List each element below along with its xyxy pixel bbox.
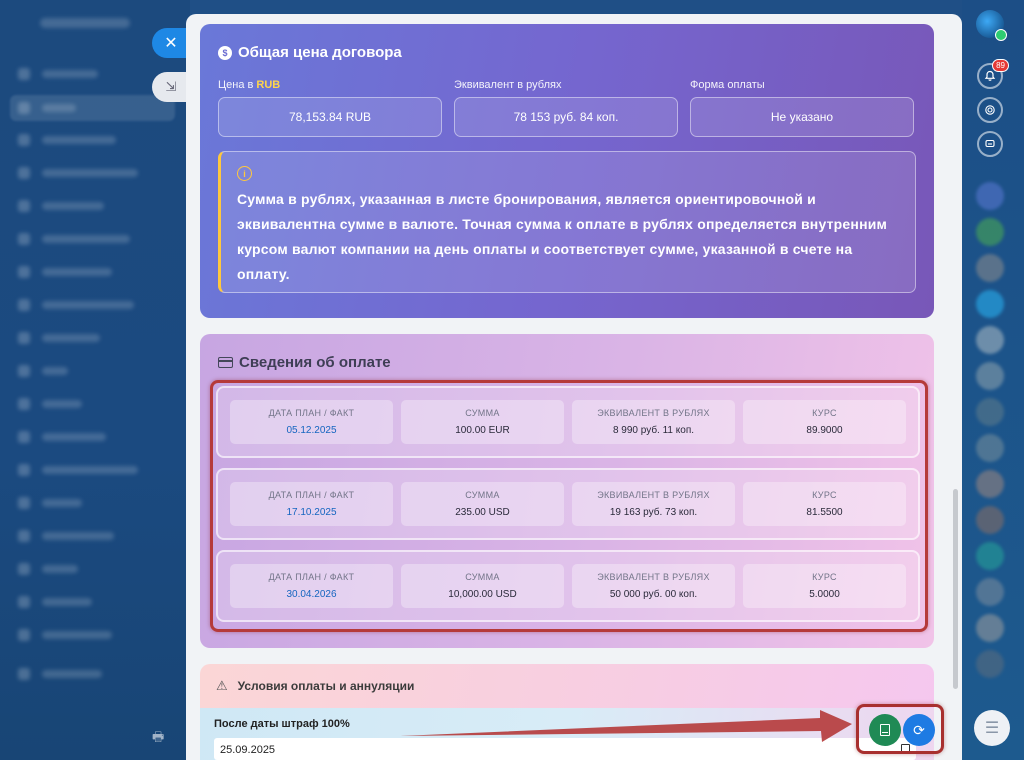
payment-rate: 5.0000 bbox=[809, 589, 840, 600]
warning-icon: ⚠ bbox=[216, 678, 228, 693]
payment-date: 05.12.2025 bbox=[286, 425, 337, 436]
notification-count-badge: 89 bbox=[992, 59, 1009, 72]
price-field: Цена в RUB 78,153.84 RUB bbox=[218, 79, 442, 137]
bell-icon[interactable]: 89 bbox=[977, 59, 1009, 89]
collapse-button[interactable]: ⇲ bbox=[152, 72, 186, 102]
payment-row: ДАТА ПЛАН / ФАКТ 17.10.2025 СУММА 235.00 U… bbox=[216, 468, 920, 540]
contact-avatar[interactable] bbox=[976, 290, 1004, 318]
info-icon: i bbox=[237, 166, 252, 181]
payment-row: ДАТА ПЛАН / ФАКТ 05.12.2025 СУММА 100.00 E… bbox=[216, 386, 920, 458]
contact-avatar[interactable] bbox=[976, 326, 1004, 354]
date-cell: ДАТА ПЛАН / ФАКТ 30.04.2026 bbox=[230, 564, 393, 608]
payment-date: 17.10.2025 bbox=[286, 507, 337, 518]
contact-avatar[interactable] bbox=[976, 182, 1004, 210]
payment-amount: 10,000.00 USD bbox=[448, 589, 517, 600]
rub-cell: ЭКВИВАЛЕНТ В РУБЛЯХ 50 000 руб. 00 коп. bbox=[572, 564, 735, 608]
contact-avatar[interactable] bbox=[976, 506, 1004, 534]
annotation-arrow bbox=[400, 710, 852, 742]
pdf-icon bbox=[880, 724, 890, 736]
sidebar-logo bbox=[40, 18, 130, 28]
contact-avatar[interactable] bbox=[976, 542, 1004, 570]
payment-date: 30.04.2026 bbox=[286, 589, 337, 600]
rate-cell: КУРС 81.5500 bbox=[743, 482, 906, 526]
refresh-button[interactable]: ⟳ bbox=[903, 714, 935, 746]
currency-notice: i Сумма в рублях, указанная в листе брон… bbox=[218, 151, 916, 293]
contact-avatar[interactable] bbox=[976, 614, 1004, 642]
rub-equivalent-value: 78 153 руб. 84 коп. bbox=[454, 97, 678, 137]
close-button[interactable]: ✕ bbox=[152, 28, 186, 58]
app-logo-icon[interactable] bbox=[976, 10, 1007, 41]
payment-rows: ДАТА ПЛАН / ФАКТ 05.12.2025 СУММА 100.00 E… bbox=[216, 386, 920, 632]
payment-form-value: Не указано bbox=[690, 97, 914, 137]
export-pdf-button[interactable] bbox=[869, 714, 901, 746]
notice-text: Сумма в рублях, указанная в листе бронир… bbox=[237, 191, 888, 282]
date-cell: ДАТА ПЛАН / ФАКТ 05.12.2025 bbox=[230, 400, 393, 444]
contact-avatar[interactable] bbox=[976, 254, 1004, 282]
payment-rate: 81.5500 bbox=[806, 507, 843, 518]
card-title: $ Общая цена договора bbox=[218, 44, 916, 61]
right-toolbar: 89 ☰ bbox=[962, 0, 1024, 760]
contact-avatar[interactable] bbox=[976, 398, 1004, 426]
contact-avatar[interactable] bbox=[976, 578, 1004, 606]
scrollbar[interactable] bbox=[953, 489, 958, 689]
contact-avatar[interactable] bbox=[976, 470, 1004, 498]
field-label: Эквивалент в рублях bbox=[454, 79, 562, 91]
contact-avatar[interactable] bbox=[976, 434, 1004, 462]
currency-code: RUB bbox=[256, 79, 281, 91]
field-label: Цена в RUB bbox=[218, 79, 281, 91]
payment-details-card: Сведения об оплате ДАТА ПЛАН / ФАКТ 05.12… bbox=[200, 334, 934, 648]
rub-cell: ЭКВИВАЛЕНТ В РУБЛЯХ 8 990 руб. 11 коп. bbox=[572, 400, 735, 444]
payment-rub: 19 163 руб. 73 коп. bbox=[609, 507, 698, 518]
price-value: 78,153.84 RUB bbox=[218, 97, 442, 137]
background-sidebar: 🖶 bbox=[0, 0, 190, 760]
contact-avatar[interactable] bbox=[976, 218, 1004, 246]
field-label: Форма оплаты bbox=[690, 79, 765, 91]
card-title: Сведения об оплате bbox=[218, 354, 916, 371]
payment-rate: 89.9000 bbox=[806, 425, 843, 436]
payment-amount: 235.00 USD bbox=[455, 507, 510, 518]
amount-cell: СУММА 10,000.00 USD bbox=[401, 564, 564, 608]
amount-cell: СУММА 100.00 EUR bbox=[401, 400, 564, 444]
credit-card-icon bbox=[218, 357, 233, 368]
arrow-down-left-icon: ⇲ bbox=[165, 79, 177, 94]
coin-icon: $ bbox=[218, 45, 232, 60]
menu-icon[interactable]: ☰ bbox=[974, 710, 1010, 746]
payment-rub: 8 990 руб. 11 коп. bbox=[612, 425, 695, 436]
payment-rub: 50 000 руб. 00 коп. bbox=[609, 589, 698, 600]
amount-cell: СУММА 235.00 USD bbox=[401, 482, 564, 526]
refresh-icon: ⟳ bbox=[913, 721, 925, 738]
contact-avatar[interactable] bbox=[976, 650, 1004, 678]
fingerprint-icon[interactable] bbox=[977, 97, 1003, 123]
payment-form-field: Форма оплаты Не указано bbox=[690, 79, 914, 137]
rub-cell: ЭКВИВАЛЕНТ В РУБЛЯХ 19 163 руб. 73 коп. bbox=[572, 482, 735, 526]
rub-equivalent-field: Эквивалент в рублях 78 153 руб. 84 коп. bbox=[454, 79, 678, 137]
printer-icon[interactable]: 🖶 bbox=[152, 728, 166, 744]
rate-cell: КУРС 89.9000 bbox=[743, 400, 906, 444]
contact-avatar[interactable] bbox=[976, 362, 1004, 390]
payment-row: ДАТА ПЛАН / ФАКТ 30.04.2026 СУММА 10,000.0… bbox=[216, 550, 920, 622]
booking-panel: $ Общая цена договора Цена в RUB 78,153.… bbox=[186, 14, 962, 760]
rate-cell: КУРС 5.0000 bbox=[743, 564, 906, 608]
contract-price-card: $ Общая цена договора Цена в RUB 78,153.… bbox=[200, 24, 934, 318]
date-cell: ДАТА ПЛАН / ФАКТ 17.10.2025 bbox=[230, 482, 393, 526]
close-icon: ✕ bbox=[164, 35, 178, 52]
payment-amount: 100.00 EUR bbox=[455, 425, 510, 436]
chat-icon[interactable] bbox=[977, 131, 1003, 157]
